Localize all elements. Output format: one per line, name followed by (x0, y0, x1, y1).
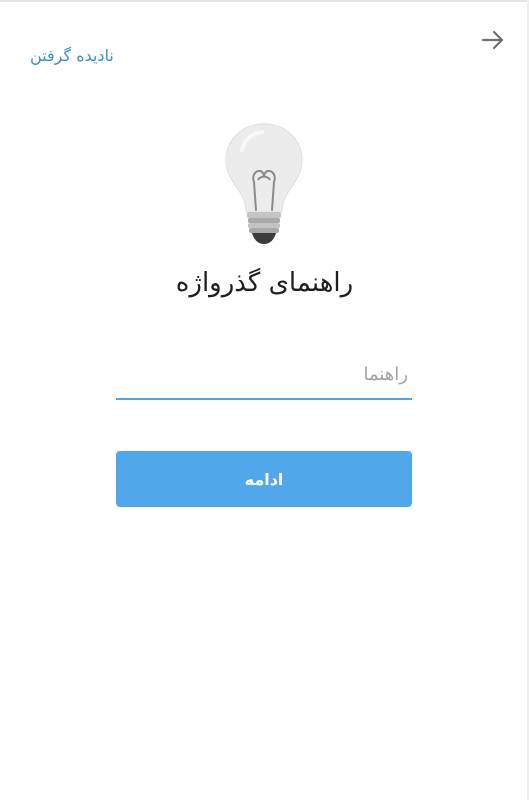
lightbulb-icon (222, 120, 306, 248)
hint-field (116, 350, 412, 402)
hint-underline (116, 398, 412, 400)
back-button[interactable] (475, 22, 511, 58)
top-divider (0, 0, 529, 2)
continue-button[interactable]: ادامه (116, 451, 412, 507)
skip-link[interactable]: نادیده گرفتن (30, 46, 114, 65)
page-title: راهنمای گذرواژه (175, 268, 354, 298)
hint-input[interactable] (116, 350, 412, 398)
arrow-right-icon (481, 30, 504, 50)
